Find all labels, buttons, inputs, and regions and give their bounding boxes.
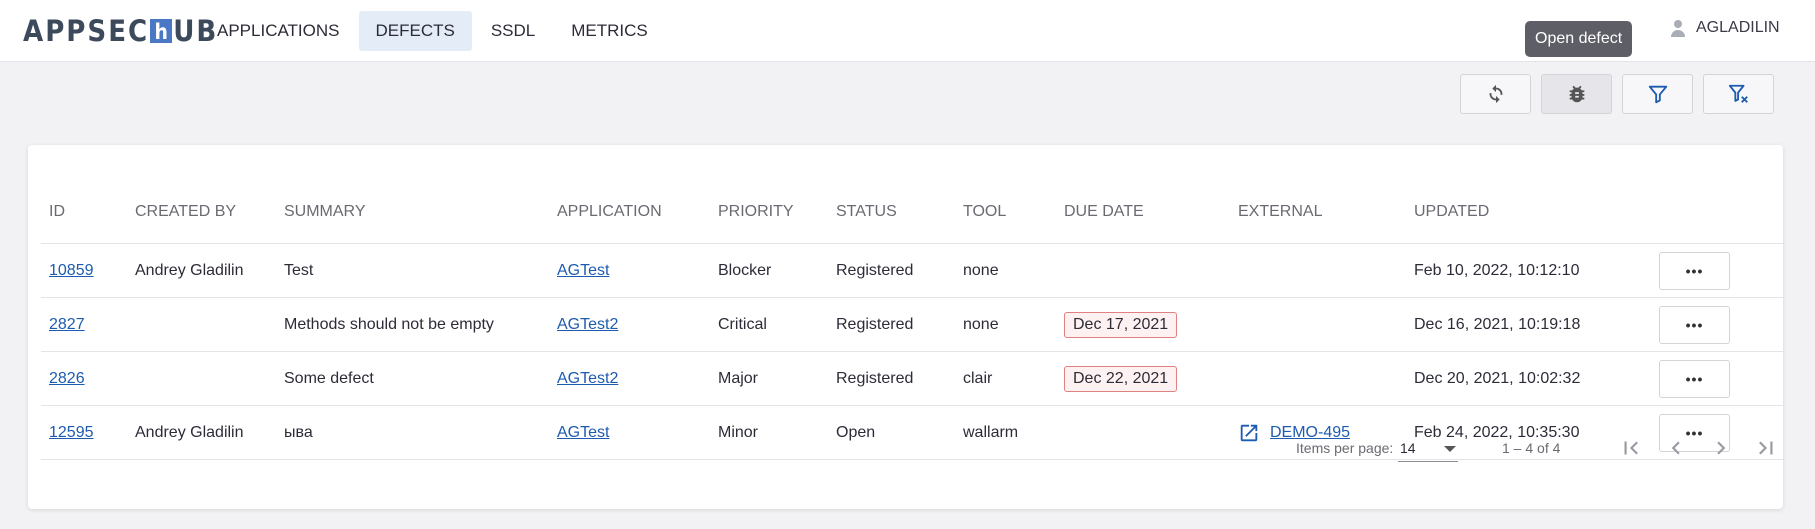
priority-cell: Major [710, 351, 828, 406]
tool-cell: clair [955, 351, 1056, 406]
page-range-label: 1 – 4 of 4 [1502, 440, 1561, 456]
status-cell: Registered [828, 297, 955, 352]
refresh-icon [1489, 84, 1502, 104]
row-actions-button[interactable]: ••• [1659, 305, 1730, 344]
application-link[interactable]: AGTest2 [557, 370, 618, 387]
summary-cell: Test [276, 243, 549, 298]
row-actions-button[interactable]: ••• [1659, 359, 1730, 398]
clear-filter-button[interactable] [1703, 74, 1774, 114]
nav-defects[interactable]: DEFECTS [358, 11, 472, 51]
table-header-row: ID CREATED BY SUMMARY APPLICATION PRIORI… [41, 145, 1783, 244]
external-cell [1230, 243, 1406, 298]
external-cell [1230, 351, 1406, 406]
paginator: Items per page: 14 1 – 4 of 4 [28, 430, 1783, 470]
application-link[interactable]: AGTest [557, 262, 609, 279]
last-page-button[interactable] [1753, 435, 1779, 461]
status-cell: Registered [828, 243, 955, 298]
summary-cell: Methods should not be empty [276, 297, 549, 352]
table-row[interactable]: 10859 Andrey Gladilin Test AGTest Blocke… [41, 243, 1783, 298]
tool-cell: none [955, 243, 1056, 298]
app-logo[interactable]: APPSEC h UB [23, 14, 218, 48]
logo-text-left: APPSEC [23, 14, 150, 48]
toolbar [0, 62, 1815, 122]
table-row[interactable]: 2827 Methods should not be empty AGTest2… [41, 297, 1783, 352]
external-cell [1230, 297, 1406, 352]
created-by-cell [127, 297, 276, 352]
col-due-date[interactable]: DUE DATE [1056, 145, 1230, 244]
last-page-icon [1759, 441, 1773, 455]
updated-cell: Feb 10, 2022, 10:12:10 [1406, 243, 1651, 298]
defect-id-link[interactable]: 2826 [49, 370, 85, 387]
logo-h-box: h [150, 19, 173, 44]
chevron-down-icon [1444, 446, 1456, 452]
col-actions [1651, 145, 1783, 244]
col-external[interactable]: EXTERNAL [1230, 145, 1406, 244]
col-priority[interactable]: PRIORITY [710, 145, 828, 244]
status-cell: Registered [828, 351, 955, 406]
defect-id-link[interactable]: 2827 [49, 316, 85, 333]
priority-cell: Blocker [710, 243, 828, 298]
tooltip-open-defect: Open defect [1525, 21, 1633, 57]
col-status[interactable]: STATUS [828, 145, 955, 244]
created-by-cell [127, 351, 276, 406]
defects-table: ID CREATED BY SUMMARY APPLICATION PRIORI… [41, 145, 1783, 460]
col-id[interactable]: ID [41, 145, 127, 244]
due-date-cell [1056, 243, 1230, 298]
table-row[interactable]: 2826 Some defect AGTest2 Major Registere… [41, 351, 1783, 406]
user-menu[interactable]: AGLADILIN [1668, 18, 1780, 38]
col-created-by[interactable]: CREATED BY [127, 145, 276, 244]
user-name: AGLADILIN [1696, 19, 1780, 36]
items-per-page-select[interactable]: 14 [1398, 434, 1458, 462]
prev-page-button[interactable] [1663, 435, 1689, 461]
col-tool[interactable]: TOOL [955, 145, 1056, 244]
nav-ssdl[interactable]: SSDL [474, 11, 552, 51]
due-date-badge: Dec 17, 2021 [1064, 311, 1178, 338]
defect-id-link[interactable]: 10859 [49, 262, 94, 279]
defects-card: ID CREATED BY SUMMARY APPLICATION PRIORI… [28, 145, 1783, 509]
chevron-right-icon [1717, 441, 1726, 455]
first-page-icon [1624, 441, 1638, 455]
filter-icon [1648, 85, 1667, 104]
col-application[interactable]: APPLICATION [549, 145, 710, 244]
updated-cell: Dec 16, 2021, 10:19:18 [1406, 297, 1651, 352]
items-per-page-value: 14 [1400, 440, 1416, 456]
next-page-button[interactable] [1708, 435, 1734, 461]
bug-icon [1569, 85, 1584, 103]
created-by-cell: Andrey Gladilin [127, 243, 276, 298]
chevron-left-icon [1671, 441, 1680, 455]
row-actions-button[interactable]: ••• [1659, 251, 1730, 290]
summary-cell: Some defect [276, 351, 549, 406]
nav-metrics[interactable]: METRICS [554, 11, 665, 51]
filter-button[interactable] [1622, 74, 1693, 114]
priority-cell: Critical [710, 297, 828, 352]
updated-cell: Dec 20, 2021, 10:02:32 [1406, 351, 1651, 406]
items-per-page-label: Items per page: [1296, 440, 1394, 456]
main-nav: APPLICATIONS DEFECTS SSDL METRICS [200, 11, 667, 51]
user-icon [1668, 18, 1688, 38]
open-defect-button[interactable] [1541, 74, 1612, 114]
nav-applications[interactable]: APPLICATIONS [200, 11, 357, 51]
col-summary[interactable]: SUMMARY [276, 145, 549, 244]
application-link[interactable]: AGTest2 [557, 316, 618, 333]
col-updated[interactable]: UPDATED [1406, 145, 1651, 244]
clear-filter-icon [1728, 84, 1748, 103]
tool-cell: none [955, 297, 1056, 352]
first-page-button[interactable] [1618, 435, 1644, 461]
refresh-button[interactable] [1460, 74, 1531, 114]
due-date-badge: Dec 22, 2021 [1064, 365, 1178, 392]
